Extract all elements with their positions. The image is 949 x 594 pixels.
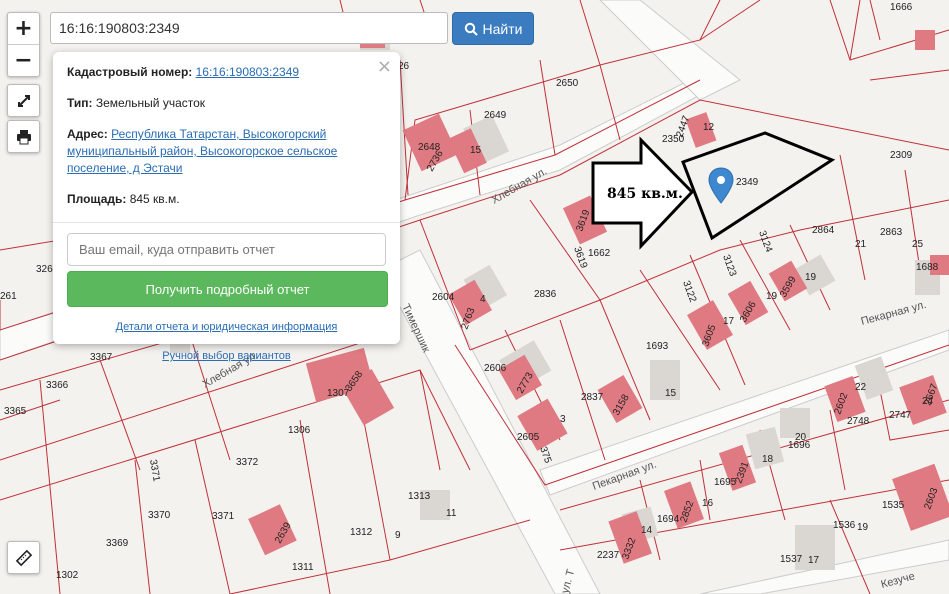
parcel-label: 1694	[657, 514, 680, 525]
divider	[53, 222, 400, 223]
parcel-label: 1688	[916, 262, 939, 273]
cadastral-link[interactable]: 16:16:190803:2349	[196, 65, 299, 79]
parcel-label: 14	[641, 525, 653, 536]
parcel-label: 2237	[597, 550, 620, 561]
address-label: Адрес:	[67, 127, 108, 141]
search-icon	[464, 22, 478, 36]
parcel-label: 2836	[534, 289, 557, 300]
measure-button[interactable]	[7, 541, 40, 574]
parcel-label: 2650	[556, 78, 579, 89]
details-link[interactable]: Детали отчета и юридическая информация	[116, 321, 338, 333]
details-link-row: Детали отчета и юридическая информация	[67, 321, 386, 333]
parcel-label: 4	[480, 294, 486, 305]
parcel-label: 2864	[812, 225, 835, 236]
cadastral-label: Кадастровый номер:	[67, 65, 193, 79]
area-label: Площадь:	[67, 192, 127, 206]
zoom-control: + −	[7, 12, 40, 77]
parcel-label: 19	[857, 522, 869, 533]
get-report-button[interactable]: Получить подробный отчет	[67, 271, 388, 307]
manual-link-row: Ручной выбор вариантов	[67, 350, 386, 362]
parcel-label: 15	[665, 388, 677, 399]
parcel-label: 1302	[56, 570, 79, 581]
annotation-text: 845 кв.м.	[607, 186, 683, 202]
parcel-label: 17	[808, 555, 820, 566]
search-button-label: Найти	[482, 20, 523, 37]
parcel-label: 20	[795, 432, 807, 443]
address-link[interactable]: Республика Татарстан, Высокогорский муни…	[67, 127, 337, 175]
area-value: 845 кв.м.	[129, 192, 180, 206]
parcel-label: 25	[912, 239, 924, 250]
parcel-label: 1311	[292, 562, 314, 573]
parcel-label: 9	[395, 530, 401, 541]
parcel-label: 2606	[484, 363, 507, 374]
parcel-label: 1662	[588, 248, 611, 259]
parcel-label: 15	[470, 145, 482, 156]
close-icon[interactable]: ×	[377, 56, 392, 77]
search-input[interactable]	[50, 12, 448, 44]
parcel-label: 12	[703, 122, 715, 133]
address-row: Адрес: Республика Татарстан, Высокогорск…	[67, 126, 386, 177]
parcel-label: 3366	[46, 380, 69, 391]
type-value: Земельный участок	[95, 96, 206, 110]
parcel-label: 19	[805, 272, 817, 283]
parcel-label: 11	[446, 508, 457, 519]
parcel-label: 3371	[212, 511, 235, 522]
type-row: Тип: Земельный участок	[67, 95, 386, 112]
ruler-icon	[15, 549, 32, 566]
printer-icon	[16, 129, 31, 144]
parcel-label: 2748	[847, 416, 870, 427]
parcel-label: 1535	[882, 500, 905, 511]
zoom-in-button[interactable]: +	[8, 13, 39, 45]
type-label: Тип:	[67, 96, 93, 110]
expand-icon	[17, 94, 30, 107]
parcel-label: 21	[855, 239, 867, 250]
parcel-label: 16	[702, 498, 714, 509]
parcel-label: 3	[560, 414, 566, 425]
parcel-label: 2309	[890, 150, 913, 161]
parcel-label: 261	[0, 291, 17, 302]
parcel-label-selected: 2349	[736, 177, 759, 188]
parcel-label: 22	[855, 382, 867, 393]
parcel-label: 3365	[4, 406, 27, 417]
parcel-label: 1536	[833, 520, 856, 531]
email-field[interactable]	[67, 233, 386, 266]
parcel-label: 1313	[408, 491, 431, 502]
fullscreen-button[interactable]	[8, 85, 39, 116]
zoom-out-button[interactable]: −	[8, 45, 39, 76]
parcel-label: 326	[36, 264, 53, 275]
parcel-label: 17	[723, 316, 735, 327]
print-control	[7, 120, 40, 153]
parcel-label: 2605	[517, 432, 540, 443]
parcel-label: 2837	[581, 392, 604, 403]
parcel-label: 2604	[432, 292, 455, 303]
parcel-label: 1693	[646, 341, 669, 352]
parcel-label: 1695	[714, 477, 737, 488]
fullscreen-control	[7, 84, 40, 117]
parcel-label: 1666	[890, 2, 913, 13]
manual-selection-link[interactable]: Ручной выбор вариантов	[162, 350, 290, 362]
parcel-label: 19	[766, 291, 778, 302]
area-row: Площадь: 845 кв.м.	[67, 191, 386, 208]
parcel-label: 2649	[484, 110, 507, 121]
parcel-label: 2863	[880, 227, 903, 238]
parcel-label: 3372	[236, 457, 259, 468]
parcel-info-popup: × Кадастровый номер: 16:16:190803:2349 Т…	[53, 52, 400, 362]
print-button[interactable]	[8, 121, 39, 152]
search-button[interactable]: Найти	[452, 12, 534, 45]
parcel-label: 2747	[889, 410, 912, 421]
parcel-label: 18	[762, 454, 774, 465]
parcel-label: 3370	[148, 510, 171, 521]
parcel-label: 3369	[106, 538, 129, 549]
parcel-label: 1312	[350, 527, 373, 538]
parcel-label: 1306	[288, 425, 311, 436]
cadastral-row: Кадастровый номер: 16:16:190803:2349	[67, 64, 386, 81]
parcel-label: 1537	[780, 554, 803, 565]
